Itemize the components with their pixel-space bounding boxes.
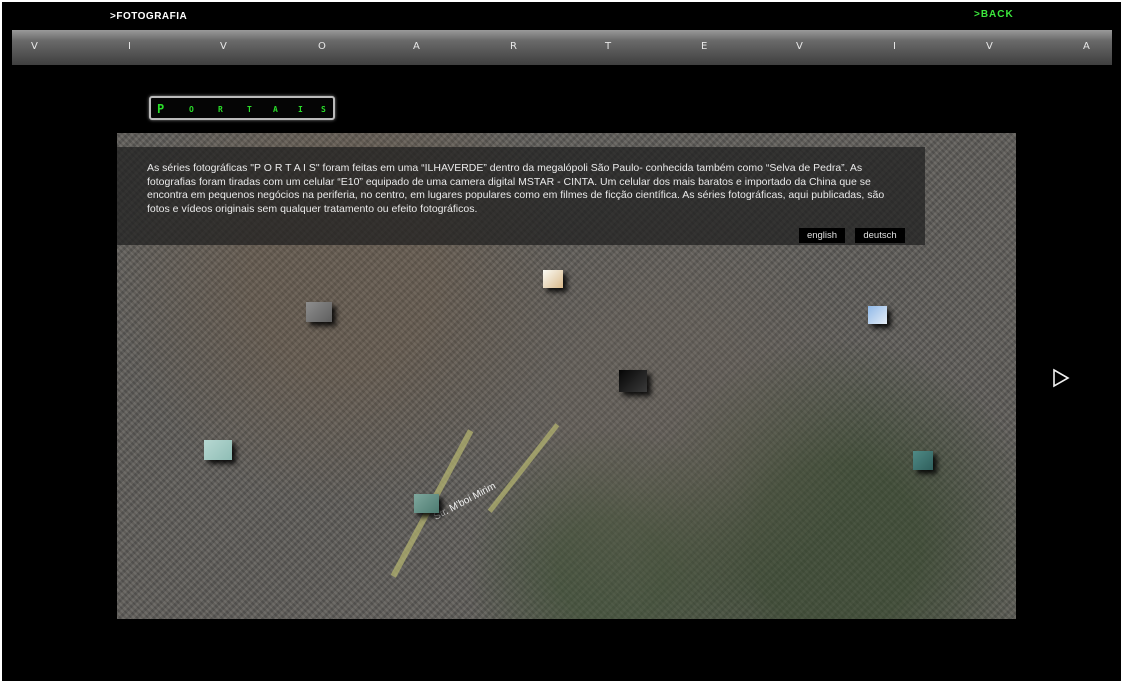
thumb-blue-sky[interactable] — [868, 306, 887, 324]
nav-letter-4[interactable]: O — [318, 41, 326, 52]
nav-letter-2[interactable]: I — [128, 41, 131, 52]
section-title-letter: I — [298, 105, 303, 114]
play-arrow-icon[interactable] — [1051, 368, 1071, 388]
section-title-letter: T — [247, 105, 252, 114]
thumb-dark-light[interactable] — [619, 370, 647, 392]
nav-letter-3[interactable]: V — [220, 41, 227, 52]
section-title-letter: A — [273, 105, 278, 114]
description-box: As séries fotográficas "P O R T A I S" f… — [117, 147, 925, 245]
nav-letter-10[interactable]: I — [893, 41, 896, 52]
nav-letter-7[interactable]: T — [605, 41, 611, 52]
thumb-mint[interactable] — [204, 440, 232, 460]
thumb-teal[interactable] — [913, 451, 933, 470]
nav-letter-12[interactable]: A — [1083, 41, 1090, 52]
section-title-letter: S — [321, 105, 326, 114]
section-title-letter: R — [218, 105, 223, 114]
section-title-badge: P O R T A I S — [149, 96, 335, 120]
section-title-letter: P — [157, 102, 165, 116]
nav-bar: V I V O A R T E V I V A — [12, 30, 1112, 65]
back-link[interactable]: >BACK — [974, 9, 1014, 20]
nav-letter-8[interactable]: E — [701, 41, 707, 52]
english-button[interactable]: english — [799, 228, 845, 243]
nav-letter-6[interactable]: R — [510, 41, 517, 52]
nav-letter-5[interactable]: A — [413, 41, 420, 52]
thumb-gray[interactable] — [306, 302, 332, 322]
satellite-map: Str. M'boi Mirim As séries fotográficas … — [117, 133, 1016, 619]
section-title-letter: O — [189, 105, 194, 114]
nav-letter-1[interactable]: V — [31, 41, 38, 52]
top-bar: >FOTOGRAFIA >BACK — [2, 2, 1121, 28]
map-road — [487, 423, 560, 513]
deutsch-button[interactable]: deutsch — [855, 228, 905, 243]
thumb-window[interactable] — [414, 494, 439, 513]
page-frame: >FOTOGRAFIA >BACK V I V O A R T E V I V … — [2, 2, 1121, 681]
thumb-sky-light[interactable] — [543, 270, 563, 288]
nav-letter-9[interactable]: V — [796, 41, 803, 52]
nav-letter-11[interactable]: V — [986, 41, 993, 52]
nav-letters: V I V O A R T E V I V A — [12, 41, 1112, 55]
description-text: As séries fotográficas "P O R T A I S" f… — [147, 162, 885, 215]
page-label: >FOTOGRAFIA — [110, 11, 188, 22]
